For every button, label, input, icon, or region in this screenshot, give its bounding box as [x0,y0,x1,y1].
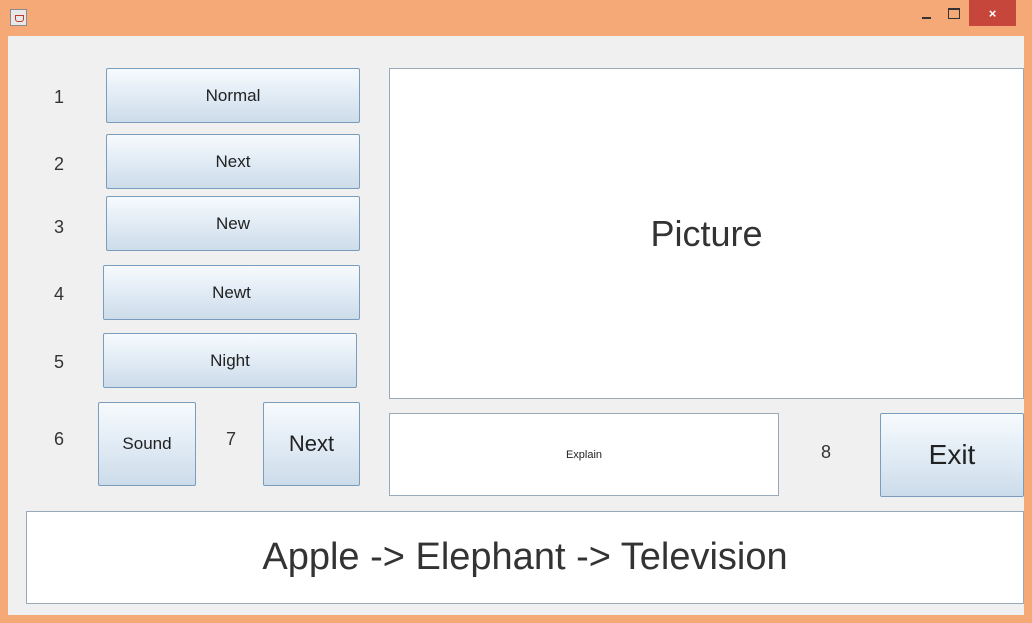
explain-panel: Explain [389,413,779,496]
minimize-button[interactable] [913,0,939,26]
row-number-2: 2 [54,154,65,174]
row-number-6: 6 [54,429,65,449]
row-number-7: 7 [226,429,237,449]
next-word-button[interactable]: Next [106,134,360,189]
content-pane: 1 2 3 4 5 Normal Next New Newt Night 6 S… [8,36,1024,615]
row-number-3: 3 [54,217,65,237]
normal-button[interactable]: Normal [106,68,360,123]
new-button[interactable]: New [106,196,360,251]
maximize-button[interactable] [941,0,967,26]
row-number-1: 1 [54,87,65,107]
night-button[interactable]: Night [103,333,357,388]
picture-panel: Picture [389,68,1024,399]
sound-button[interactable]: Sound [98,402,196,486]
newt-button[interactable]: Newt [103,265,360,320]
app-window: × 1 2 3 4 5 Normal Next New Newt Night 6… [0,0,1032,623]
java-app-icon [10,9,27,26]
exit-button[interactable]: Exit [880,413,1024,497]
row-number-5: 5 [54,352,65,372]
row-number-8: 8 [821,442,832,462]
title-bar: × [0,0,1032,36]
next-button[interactable]: Next [263,402,360,486]
close-button[interactable]: × [969,0,1016,26]
row-number-4: 4 [54,284,65,304]
sequence-panel: Apple -> Elephant -> Television [26,511,1024,604]
